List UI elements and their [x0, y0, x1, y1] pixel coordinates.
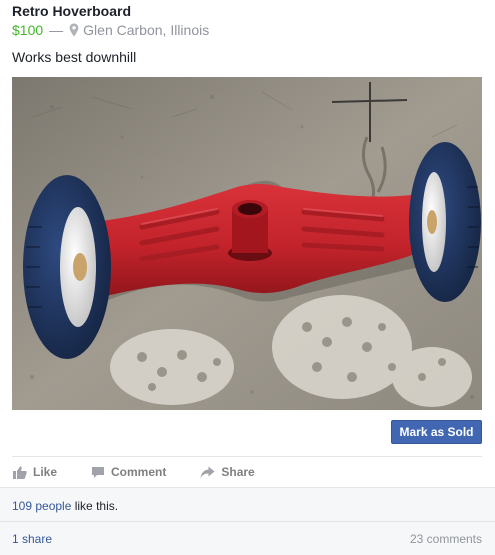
shares-link[interactable]: 1 share	[12, 531, 52, 547]
listing-photo[interactable]	[12, 77, 482, 410]
share-icon	[200, 466, 215, 478]
listing-title[interactable]: Retro Hoverboard	[12, 2, 131, 20]
like-button[interactable]: Like	[13, 457, 57, 487]
mark-as-sold-button[interactable]: Mark as Sold	[391, 420, 482, 444]
share-button[interactable]: Share	[200, 457, 255, 487]
likes-people-link[interactable]: 109 people	[12, 499, 71, 513]
likes-suffix: like this.	[71, 499, 119, 513]
marketplace-post: Retro Hoverboard $100 — Glen Carbon, Ill…	[0, 0, 495, 555]
comments-link[interactable]: 23 comments	[410, 531, 482, 547]
comment-label: Comment	[111, 465, 167, 479]
comment-button[interactable]: Comment	[91, 457, 166, 487]
thumbs-up-icon	[13, 466, 27, 479]
share-label: Share	[221, 465, 255, 479]
comment-icon	[92, 466, 105, 478]
footer-divider	[0, 521, 495, 522]
like-label: Like	[33, 465, 58, 479]
listing-description: Works best downhill	[12, 49, 137, 65]
post-actions-bar: Like Comment Share	[12, 456, 482, 487]
engagement-footer: 109 people like this. 1 share 23 comment…	[0, 487, 495, 555]
location-pin-icon	[69, 23, 79, 37]
meta-separator: —	[49, 22, 64, 38]
listing-location[interactable]: Glen Carbon, Illinois	[83, 21, 209, 39]
listing-price: $100	[12, 22, 44, 38]
listing-meta: $100 — Glen Carbon, Illinois	[12, 21, 209, 39]
likes-summary: 109 people like this.	[12, 498, 118, 514]
